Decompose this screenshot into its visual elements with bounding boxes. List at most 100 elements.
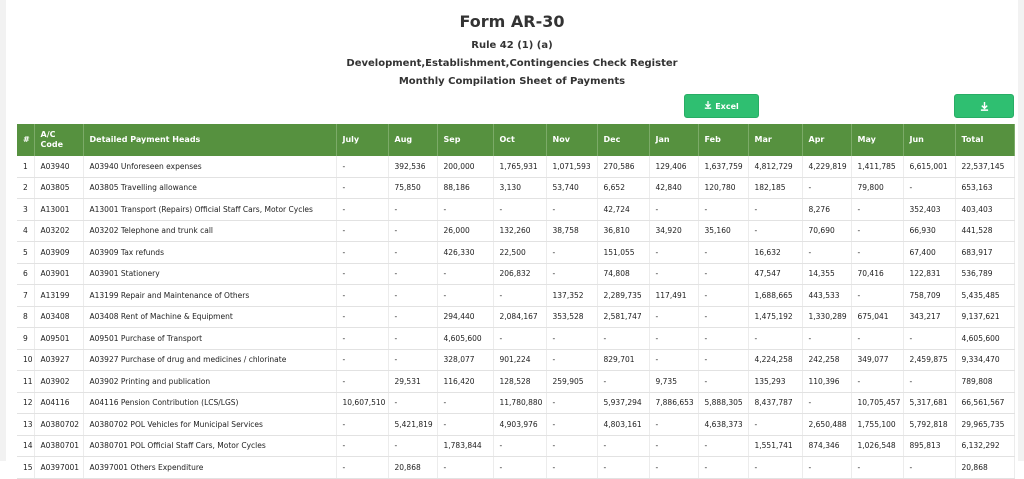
table-cell: A04116 — [34, 392, 84, 414]
column-header: Mar — [748, 124, 803, 156]
table-cell: 88,186 — [437, 177, 494, 199]
table-cell: 4,638,373 — [698, 413, 749, 436]
table-row: 10 A03927 A03927 Purchase of drug and medi… — [17, 349, 1015, 371]
table-cell: 14,355 — [802, 263, 852, 285]
table-cell: - — [493, 435, 547, 457]
table-row: 8 A03408 A03408 Rent of Machine & Equipmen… — [17, 306, 1015, 328]
table-cell: 9,334,470 — [955, 349, 1015, 371]
payments-table: # A/C Code Detailed Payment Heads July Aug Se… — [17, 124, 1015, 479]
table-cell: - — [437, 198, 494, 221]
table-cell: A03940 Unforeseen expenses — [83, 156, 337, 178]
table-cell: 328,077 — [437, 349, 494, 371]
table-cell: - — [748, 220, 803, 242]
table-cell: 70,690 — [802, 220, 852, 242]
table-cell: A03927 Purchase of drug and medicines / … — [83, 349, 337, 371]
table-cell: - — [336, 156, 389, 178]
table-cell: 294,440 — [437, 306, 494, 328]
table-cell: - — [698, 241, 749, 264]
table-cell: A09501 — [34, 327, 84, 350]
table-cell: A03902 Printing and publication — [83, 370, 337, 393]
table-cell: 343,217 — [903, 306, 956, 328]
table-cell: A03202 — [34, 220, 84, 242]
table-cell: 2,581,747 — [597, 306, 650, 328]
table-cell: 9,137,621 — [955, 306, 1015, 328]
table-cell: - — [851, 220, 904, 242]
table-cell: - — [903, 177, 956, 199]
table-cell: - — [597, 435, 650, 457]
table-cell: - — [388, 349, 438, 371]
table-cell: 135,293 — [748, 370, 803, 393]
table-cell: 1,765,931 — [493, 156, 547, 178]
table-cell: 1,783,844 — [437, 435, 494, 457]
table-cell: A03901 Stationery — [83, 263, 337, 285]
table-cell: - — [388, 198, 438, 221]
table-cell: - — [748, 198, 803, 221]
table-cell: 675,041 — [851, 306, 904, 328]
table-cell: - — [802, 177, 852, 199]
table-cell: - — [802, 241, 852, 264]
table-cell: - — [388, 284, 438, 307]
table-row: 12 A04116 A04116 Pension Contribution (LCS… — [17, 392, 1015, 414]
table-cell: - — [546, 263, 598, 285]
table-cell: - — [336, 263, 389, 285]
table-cell: - — [336, 306, 389, 328]
table-cell: - — [437, 284, 494, 307]
table-row: 13 A0380702 A0380702 POL Vehicles for Muni… — [17, 413, 1015, 436]
table-cell: - — [649, 413, 699, 436]
table-cell: 11,780,880 — [493, 392, 547, 414]
table-cell: - — [493, 284, 547, 307]
table-cell: - — [437, 392, 494, 414]
table-cell: 42,840 — [649, 177, 699, 199]
download-button[interactable] — [954, 94, 1014, 118]
table-cell: - — [698, 456, 749, 479]
table-cell: 132,260 — [493, 220, 547, 242]
table-cell: 242,258 — [802, 349, 852, 371]
table-cell: A13199 Repair and Maintenance of Others — [83, 284, 337, 307]
column-header: Dec — [597, 124, 650, 156]
table-cell: A03805 Travelling allowance — [83, 177, 337, 199]
table-cell: 9,735 — [649, 370, 699, 393]
table-cell: - — [802, 327, 852, 350]
table-cell: - — [851, 370, 904, 393]
table-cell: - — [336, 198, 389, 221]
table-cell: - — [388, 241, 438, 264]
table-cell: A0380702 POL Vehicles for Municipal Serv… — [83, 413, 337, 436]
table-cell: - — [597, 456, 650, 479]
table-cell: 443,533 — [802, 284, 852, 307]
table-cell: 53,740 — [546, 177, 598, 199]
table-cell: - — [336, 456, 389, 479]
table-cell: - — [546, 349, 598, 371]
table-cell: 4 — [17, 220, 35, 242]
table-cell: - — [493, 456, 547, 479]
table-cell: - — [388, 220, 438, 242]
table-cell: 128,528 — [493, 370, 547, 393]
table-cell: 5,421,819 — [388, 413, 438, 436]
table-cell: 47,547 — [748, 263, 803, 285]
table-cell: 5,888,305 — [698, 392, 749, 414]
table-cell: - — [903, 327, 956, 350]
table-cell: - — [649, 198, 699, 221]
table-cell: - — [597, 370, 650, 393]
table-cell: 653,163 — [955, 177, 1015, 199]
column-header: Detailed Payment Heads — [83, 124, 337, 156]
table-cell: 10,607,510 — [336, 392, 389, 414]
table-cell: 4,903,976 — [493, 413, 547, 436]
table-cell: 6,652 — [597, 177, 650, 199]
table-cell: 829,701 — [597, 349, 650, 371]
excel-export-button[interactable]: Excel — [684, 94, 759, 118]
table-cell: 35,160 — [698, 220, 749, 242]
table-cell: 20,868 — [955, 456, 1015, 479]
table-cell: - — [388, 327, 438, 350]
table-cell: 1,330,289 — [802, 306, 852, 328]
table-cell: - — [336, 327, 389, 350]
table-cell: 29,531 — [388, 370, 438, 393]
table-cell: 116,420 — [437, 370, 494, 393]
table-cell: 29,965,735 — [955, 413, 1015, 436]
table-cell: 4,605,600 — [437, 327, 494, 350]
table-cell: 7 — [17, 284, 35, 307]
table-cell: 15 — [17, 456, 35, 479]
column-header: Aug — [388, 124, 438, 156]
table-cell: A13001 — [34, 198, 84, 221]
table-cell: - — [698, 349, 749, 371]
table-cell: 3 — [17, 198, 35, 221]
